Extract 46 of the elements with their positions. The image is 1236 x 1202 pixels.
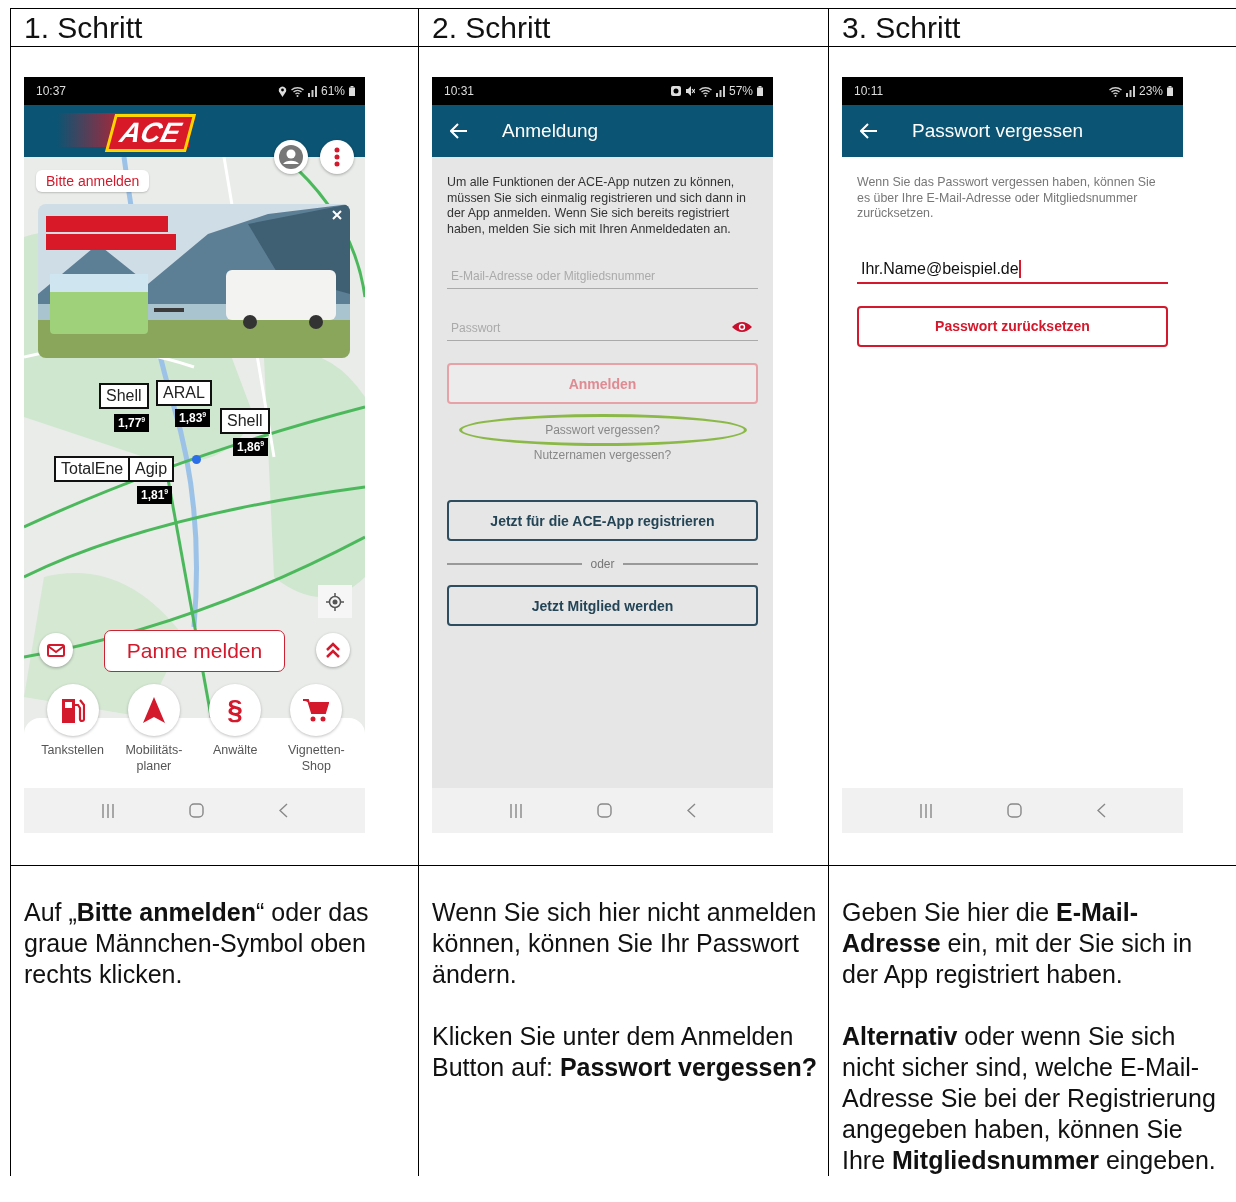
column-heading: 1. Schritt bbox=[11, 9, 418, 47]
back-arrow-icon[interactable] bbox=[450, 123, 468, 139]
home-icon[interactable] bbox=[1007, 803, 1023, 818]
become-member-button[interactable]: Jetzt Mitglied werden bbox=[447, 585, 758, 626]
screen-title: Anmeldung bbox=[502, 120, 599, 142]
wifi-icon bbox=[1108, 85, 1122, 97]
back-icon[interactable] bbox=[278, 803, 288, 818]
back-icon[interactable] bbox=[686, 803, 696, 818]
back-arrow-icon[interactable] bbox=[860, 123, 878, 139]
intro-text: Um alle Funktionen der ACE-App nutzen zu können, müssen Sie sich einmalig registrieren und sich dann in der App anmelden. Wenn Sie sich bereits registriert haben, melden Sie sich mit Ihren Anmeldedaten an. bbox=[447, 175, 747, 237]
intro-text: Wenn Sie das Passwort vergessen haben, können Sie es über Ihre E-Mail-Adresse oder Mitgliedsnummer zurücksetzen. bbox=[857, 175, 1157, 222]
signal-icon bbox=[1125, 85, 1135, 97]
home-icon[interactable] bbox=[189, 803, 205, 818]
battery-level: 57% bbox=[728, 84, 753, 98]
instruction-text: Klicken Sie unter dem Anmelden Button auf: Passwort vergessen? bbox=[432, 1021, 818, 1083]
alarm-icon bbox=[670, 86, 681, 96]
instruction-text: Auf „Bitte anmelden“ oder das graue Männchen-Symbol oben rechts klicken. bbox=[24, 897, 370, 990]
instruction-text: Alternativ oder wenn Sie sich nicht sicher sind, welche E-Mail-Adresse Sie bei der Registrierung angegeben haben, können Sie Ihre Mitgliedsnummer eingeben. bbox=[842, 1021, 1217, 1176]
column-heading: 3. Schritt bbox=[829, 9, 1236, 47]
battery-icon bbox=[349, 86, 355, 96]
location-icon bbox=[277, 85, 287, 97]
reset-password-button[interactable]: Passwort zurücksetzen bbox=[857, 305, 1168, 347]
register-button[interactable]: Jetzt für die ACE-App registrieren bbox=[447, 500, 758, 541]
signal-icon bbox=[715, 85, 725, 97]
wifi-icon bbox=[290, 85, 304, 97]
battery-icon bbox=[1167, 86, 1173, 96]
back-icon[interactable] bbox=[1096, 803, 1106, 818]
home-icon[interactable] bbox=[597, 803, 613, 818]
instruction-text: Wenn Sie sich hier nicht anmelden können, können Sie Ihr Passwort ändern. bbox=[432, 897, 818, 990]
logo: ACE bbox=[104, 114, 197, 152]
status-time: 10:37 bbox=[36, 84, 68, 98]
divider-label: oder bbox=[590, 557, 615, 571]
status-time: 10:11 bbox=[854, 84, 885, 98]
battery-level: 61% bbox=[320, 84, 345, 98]
wifi-icon bbox=[698, 85, 712, 97]
screen-title: Passwort vergessen bbox=[912, 120, 1084, 142]
instruction-text: Geben Sie hier die E-Mail-Adresse ein, mit der Sie sich in der App registriert haben. bbox=[842, 897, 1194, 990]
battery-level: 23% bbox=[1138, 84, 1163, 98]
signal-icon bbox=[307, 85, 317, 97]
mute-icon bbox=[684, 86, 695, 96]
eye-icon[interactable] bbox=[732, 321, 752, 333]
battery-icon bbox=[757, 86, 763, 96]
input-field[interactable]: E-Mail-Adresse oder Mitgliedsnummer bbox=[447, 259, 758, 289]
column-heading: 2. Schritt bbox=[419, 9, 828, 47]
input-field[interactable]: Ihr.Name@beispiel.de bbox=[857, 259, 1168, 284]
status-time: 10:31 bbox=[444, 84, 476, 98]
